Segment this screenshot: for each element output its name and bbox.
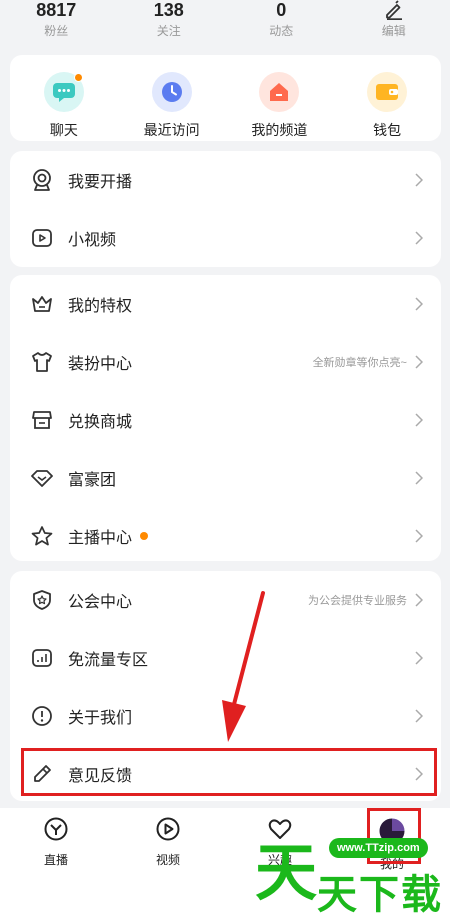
quick-recent[interactable]: 最近访问	[118, 55, 226, 141]
chevron-right-icon	[415, 355, 425, 369]
tab-interest-label: 兴趣	[267, 853, 292, 867]
quick-chat-label: 聊天	[49, 122, 78, 138]
live-tab-icon	[43, 816, 69, 847]
quick-actions-card: 聊天 最近访问 我的频道 钱包	[10, 55, 441, 141]
menu-anchor-center-text: 主播中心	[68, 530, 133, 547]
menu-free-data-label: 免流量专区	[68, 652, 149, 669]
stat-fans[interactable]: 8817 粉丝	[0, 0, 113, 42]
interest-tab-icon	[267, 816, 293, 847]
video-icon	[30, 226, 54, 250]
menu-privileges[interactable]: 我的特权	[10, 275, 441, 333]
menu-anchor-center-label: 主播中心	[68, 524, 415, 548]
chevron-right-icon	[415, 297, 425, 311]
chevron-right-icon	[415, 471, 425, 485]
chevron-right-icon	[415, 173, 425, 187]
avatar	[377, 816, 407, 851]
stat-following[interactable]: 138 关注	[113, 0, 226, 42]
menu-short-video[interactable]: 小视频	[10, 209, 441, 267]
menu-dressup-hint: 全新勋章等你点亮~	[312, 357, 407, 369]
menu-feedback[interactable]: 意见反馈	[10, 745, 441, 803]
menu-group-support: 公会中心 为公会提供专业服务 免流量专区 关于我们 意见反馈	[10, 571, 441, 801]
diamond-icon	[30, 466, 54, 490]
chevron-right-icon	[415, 231, 425, 245]
menu-start-live[interactable]: 我要开播	[10, 151, 441, 209]
store-icon	[30, 408, 54, 432]
menu-feedback-label: 意见反馈	[68, 768, 133, 785]
chevron-right-icon	[415, 651, 425, 665]
quick-wallet-label: 钱包	[373, 122, 402, 138]
following-label: 关注	[156, 24, 181, 38]
tshirt-icon	[30, 350, 54, 374]
menu-free-data[interactable]: 免流量专区	[10, 629, 441, 687]
tab-me[interactable]: 我的	[336, 808, 448, 920]
following-count: 138	[153, 0, 184, 20]
home-icon	[259, 72, 300, 112]
video-tab-icon	[155, 816, 181, 847]
menu-privileges-label: 我的特权	[68, 298, 133, 315]
edit-profile-button[interactable]: 编辑	[338, 0, 450, 42]
fans-label: 粉丝	[44, 24, 69, 38]
chat-icon	[43, 72, 84, 112]
stats-bar: 8817 粉丝 138 关注 0 动态 编辑	[0, 0, 450, 42]
chevron-right-icon	[415, 709, 425, 723]
tab-video-label: 视频	[155, 853, 180, 867]
menu-group-features: 我的特权 装扮中心 全新勋章等你点亮~ 兑换商城 富豪团 主播中心	[10, 275, 441, 561]
tab-interest[interactable]: 兴趣	[224, 808, 336, 920]
crown-icon	[30, 292, 54, 316]
menu-dressup[interactable]: 装扮中心 全新勋章等你点亮~	[10, 333, 441, 391]
quick-channel-label: 我的频道	[251, 122, 308, 138]
menu-exchange-store[interactable]: 兑换商城	[10, 391, 441, 449]
menu-rich-club[interactable]: 富豪团	[10, 449, 441, 507]
menu-start-live-label: 我要开播	[68, 174, 133, 191]
stat-posts[interactable]: 0 动态	[225, 0, 338, 42]
posts-label: 动态	[269, 24, 294, 38]
info-icon	[30, 704, 54, 728]
quick-channel[interactable]: 我的频道	[226, 55, 334, 141]
posts-count: 0	[276, 0, 287, 20]
fans-count: 8817	[36, 0, 77, 20]
wallet-icon	[367, 72, 408, 112]
signal-icon	[30, 646, 54, 670]
chevron-right-icon	[415, 767, 425, 781]
pencil-icon	[30, 762, 54, 786]
menu-guild-center-label: 公会中心	[68, 594, 133, 611]
menu-group-live: 我要开播 小视频	[10, 151, 441, 267]
chevron-right-icon	[415, 529, 425, 543]
menu-about-us-label: 关于我们	[68, 710, 133, 727]
star-icon	[30, 524, 54, 548]
clock-icon	[151, 72, 192, 112]
tab-me-label: 我的	[379, 857, 404, 871]
chevron-right-icon	[415, 413, 425, 427]
menu-dressup-label: 装扮中心	[68, 356, 133, 373]
live-camera-icon	[30, 168, 54, 192]
chevron-right-icon	[415, 593, 425, 607]
shield-icon	[30, 588, 54, 612]
edit-icon	[384, 0, 404, 20]
bottom-tab-bar: 直播 视频 兴趣 我的	[0, 808, 450, 920]
tab-live[interactable]: 直播	[0, 808, 112, 920]
tab-live-label: 直播	[43, 853, 68, 867]
quick-wallet[interactable]: 钱包	[333, 55, 441, 141]
new-badge-dot	[140, 532, 149, 540]
menu-anchor-center[interactable]: 主播中心	[10, 507, 441, 565]
menu-rich-club-label: 富豪团	[68, 472, 117, 489]
chat-unread-dot	[73, 73, 83, 82]
edit-label: 编辑	[381, 24, 406, 38]
menu-guild-center[interactable]: 公会中心 为公会提供专业服务	[10, 571, 441, 629]
tab-video[interactable]: 视频	[112, 808, 224, 920]
menu-exchange-store-label: 兑换商城	[68, 414, 133, 431]
menu-guild-center-hint: 为公会提供专业服务	[308, 595, 407, 607]
quick-chat[interactable]: 聊天	[10, 55, 118, 141]
quick-recent-label: 最近访问	[143, 122, 200, 138]
menu-short-video-label: 小视频	[68, 232, 117, 249]
menu-about-us[interactable]: 关于我们	[10, 687, 441, 745]
